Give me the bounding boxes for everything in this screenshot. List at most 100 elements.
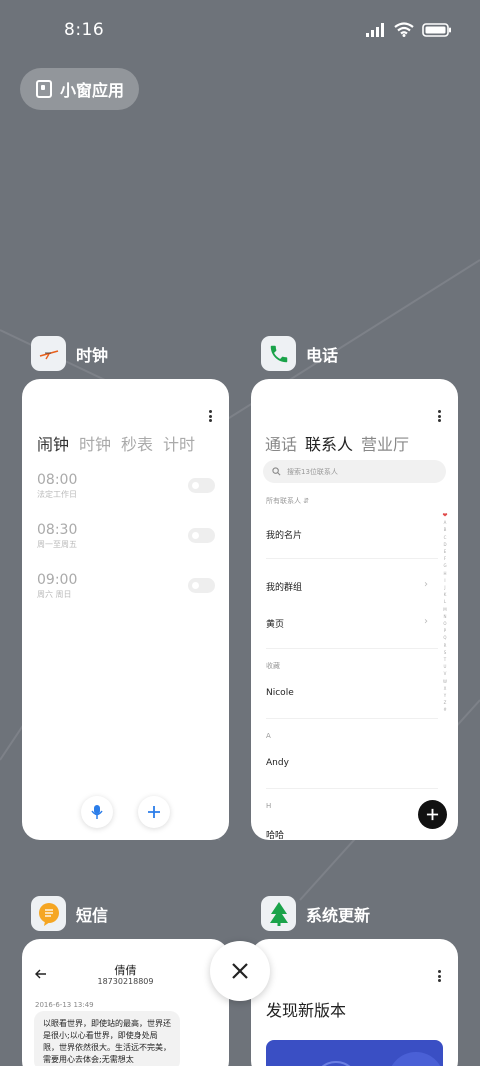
yellow-pages-item[interactable]: 黄页 (266, 617, 284, 630)
index-letter[interactable]: R (444, 642, 447, 649)
index-letter[interactable]: P (444, 627, 446, 634)
index-letter[interactable]: D (443, 541, 446, 548)
chevron-right-icon: › (424, 579, 428, 590)
tab-service-hall[interactable]: 营业厅 (361, 431, 409, 455)
tab-timer[interactable]: 计时 (163, 431, 195, 455)
index-letter[interactable]: H (443, 570, 446, 577)
phone-more-icon[interactable] (438, 410, 441, 422)
index-letter[interactable]: B (444, 526, 447, 533)
tab-stopwatch[interactable]: 秒表 (121, 431, 153, 455)
voice-alarm-button[interactable] (81, 796, 113, 828)
index-letter[interactable]: K (444, 591, 447, 598)
tab-clock[interactable]: 时钟 (79, 431, 111, 455)
update-headline: 发现新版本 (266, 1001, 347, 1020)
chevron-right-icon: › (424, 616, 428, 627)
index-letter[interactable]: I (444, 577, 445, 584)
alarm-item[interactable]: 09:00 周六 周日 (37, 572, 77, 600)
section-header: H (266, 802, 272, 810)
index-letter[interactable]: X (444, 685, 447, 692)
update-app-card[interactable]: 发现新版本 (251, 939, 458, 1066)
search-placeholder: 搜索13位联系人 (287, 467, 338, 476)
add-alarm-button[interactable] (138, 796, 170, 828)
sort-icon: ⇵ (303, 497, 310, 505)
phone-app-name: 电话 (306, 345, 339, 365)
alarm-repeat: 周六 周日 (37, 590, 72, 599)
sms-app-header[interactable]: 短信 (31, 896, 108, 931)
wifi-icon (394, 22, 414, 37)
contact-filter[interactable]: 所有联系人 ⇵ (266, 496, 309, 506)
index-letter[interactable]: F (444, 555, 446, 562)
contact-item[interactable]: Nicole (266, 688, 294, 698)
contact-filter-label: 所有联系人 (266, 497, 301, 505)
tab-contacts[interactable]: 联系人 (305, 431, 353, 455)
clock-app-header[interactable]: 时钟 (31, 336, 108, 371)
index-letter[interactable]: Q (443, 634, 446, 641)
update-app-header[interactable]: 系统更新 (261, 896, 370, 931)
tab-calls[interactable]: 通话 (265, 431, 297, 455)
index-letter[interactable]: J (444, 584, 445, 591)
conversation-number: 18730218809 (97, 977, 154, 986)
phone-app-icon (261, 336, 296, 371)
section-header: A (266, 732, 271, 740)
favorites-heart-icon[interactable]: ❤ (442, 512, 447, 519)
my-card-item[interactable]: 我的名片 (266, 528, 302, 541)
mini-window-label: 小窗应用 (60, 81, 125, 100)
index-letter[interactable]: L (444, 598, 446, 605)
my-groups-item[interactable]: 我的群组 (266, 580, 302, 593)
mini-window-apps-button[interactable]: 小窗应用 (20, 68, 139, 110)
alarm-time: 08:30 (37, 522, 78, 538)
index-letter[interactable]: N (444, 613, 447, 620)
tab-alarm[interactable]: 闹钟 (37, 431, 69, 455)
update-more-icon[interactable] (438, 970, 441, 982)
index-letter[interactable]: G (443, 562, 446, 569)
divider (266, 648, 438, 649)
mini-window-icon (36, 80, 52, 98)
alarm-item[interactable]: 08:30 周一至周五 (37, 522, 77, 550)
alarm-toggle[interactable] (188, 578, 215, 593)
plus-icon (148, 806, 160, 818)
alarm-repeat: 周一至周五 (37, 540, 77, 549)
index-letter[interactable]: Y (444, 692, 446, 699)
message-bubble[interactable]: 以眼看世界，即使站的最高，世界还是很小;以心看世界，即使身处局限，世界依然很大。… (34, 1011, 180, 1066)
update-app-name: 系统更新 (306, 905, 371, 925)
search-icon (272, 467, 281, 476)
index-letter[interactable]: V (444, 670, 447, 677)
index-letter[interactable]: W (443, 678, 447, 685)
index-letter[interactable]: C (444, 534, 447, 541)
clear-all-button[interactable] (210, 941, 270, 1001)
clock-more-icon[interactable] (209, 410, 212, 422)
contact-item[interactable]: Andy (266, 758, 289, 768)
status-bar: 8:16 (0, 0, 480, 62)
sms-app-card[interactable]: 倩倩 18730218809 2016-6-13 13:49 以眼看世界，即使站… (22, 939, 229, 1066)
index-letter[interactable]: M (443, 606, 446, 613)
phone-app-header[interactable]: 电话 (261, 336, 338, 371)
index-letter[interactable]: S (444, 649, 447, 656)
alarm-toggle[interactable] (188, 528, 215, 543)
index-letter[interactable]: # (443, 706, 446, 713)
alarm-toggle[interactable] (188, 478, 215, 493)
phone-app-card[interactable]: 通话 联系人 营业厅 搜索13位联系人 所有联系人 ⇵ 我的名片 我的群组 › … (251, 379, 458, 840)
index-letter[interactable]: U (444, 663, 447, 670)
message-time: 2016-6-13 13:49 (35, 1001, 94, 1009)
contact-search-input[interactable]: 搜索13位联系人 (263, 460, 446, 483)
version-banner-art (321, 1052, 441, 1066)
alarm-item[interactable]: 08:00 法定工作日 (37, 472, 77, 500)
clock-app-name: 时钟 (76, 345, 109, 365)
alphabet-index[interactable]: ❤ A B C D E F G H I J K L M N O P Q R S … (441, 512, 449, 714)
add-contact-button[interactable] (418, 800, 447, 829)
divider (266, 558, 438, 559)
update-app-icon (261, 896, 296, 931)
index-letter[interactable]: T (444, 656, 446, 663)
index-letter[interactable]: Z (444, 699, 447, 706)
status-time: 8:16 (64, 20, 105, 40)
index-letter[interactable]: E (444, 548, 447, 555)
update-banner[interactable] (266, 1040, 443, 1066)
close-icon (232, 963, 248, 979)
contact-item[interactable]: 哈哈 (266, 828, 284, 840)
clock-app-card[interactable]: 闹钟 时钟 秒表 计时 08:00 法定工作日 08:30 周一至周五 09:0… (22, 379, 229, 840)
index-letter[interactable]: A (444, 519, 447, 526)
microphone-icon (91, 805, 103, 819)
clock-app-icon (31, 336, 66, 371)
plus-icon (426, 808, 439, 821)
index-letter[interactable]: O (443, 620, 446, 627)
